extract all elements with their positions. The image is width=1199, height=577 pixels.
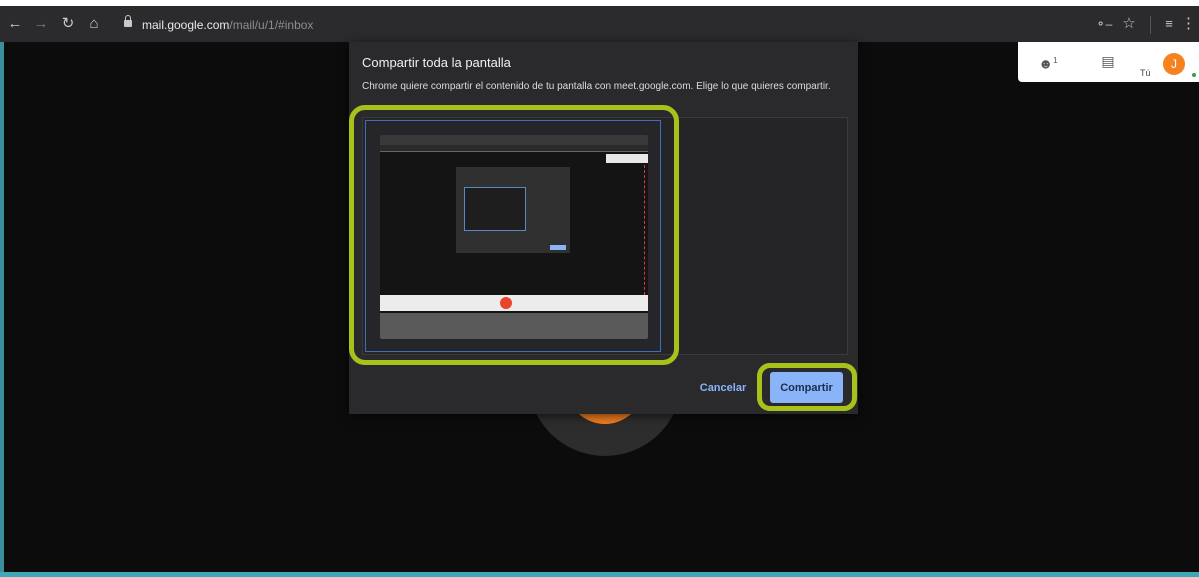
browser-toolbar: ← → ↻ ⌂ mail.google.com/mail/u/1/#inbox … <box>0 6 1199 42</box>
dialog-title: Compartir toda la pantalla <box>362 55 511 70</box>
share-button-highlight <box>757 363 857 411</box>
key-icon[interactable]: ⚬– <box>1093 12 1115 36</box>
back-arrow-icon[interactable]: ← <box>4 12 26 36</box>
address-bar[interactable]: mail.google.com/mail/u/1/#inbox <box>116 15 1146 36</box>
dialog-description: Chrome quiere compartir el contenido de … <box>362 81 831 92</box>
you-label: Tú <box>1140 68 1151 78</box>
kebab-menu-icon[interactable]: ⋮ <box>1181 12 1196 36</box>
participants-icon[interactable]: ☻1 <box>1036 50 1060 72</box>
home-icon[interactable]: ⌂ <box>83 12 105 36</box>
avatar[interactable]: J <box>1163 53 1185 75</box>
star-icon[interactable]: ☆ <box>1118 12 1140 36</box>
chat-icon[interactable]: ▤ <box>1096 50 1120 72</box>
url-host: mail.google.com <box>142 18 230 32</box>
reload-icon[interactable]: ↻ <box>57 12 79 36</box>
thumbnail-highlight <box>349 105 679 365</box>
cancel-button[interactable]: Cancelar <box>694 376 752 400</box>
url-text: mail.google.com/mail/u/1/#inbox <box>142 18 313 32</box>
online-status-dot <box>1192 73 1196 77</box>
bottom-border <box>0 572 1199 577</box>
meet-participants-panel: ☻1 ▤ Tú J <box>1018 42 1199 82</box>
forward-arrow-icon[interactable]: → <box>30 12 52 36</box>
url-path: /mail/u/1/#inbox <box>229 18 314 32</box>
lock-icon <box>124 15 132 27</box>
reading-list-icon[interactable]: ≡ <box>1158 12 1180 36</box>
participants-count: 1 <box>1053 56 1058 65</box>
window-edge <box>0 6 4 572</box>
toolbar-separator <box>1150 16 1151 34</box>
